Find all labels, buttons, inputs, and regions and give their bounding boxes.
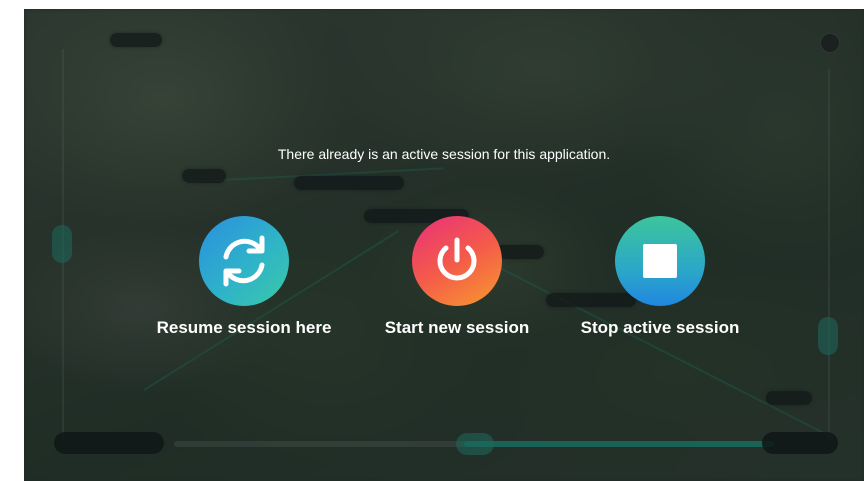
refresh-icon[interactable] <box>199 216 289 306</box>
session-message: There already is an active session for t… <box>277 146 611 162</box>
stop-active-session-label: Stop active session <box>580 318 740 337</box>
resume-session-button[interactable]: Resume session here <box>144 216 344 338</box>
resume-session-label: Resume session here <box>156 318 332 337</box>
app-frame: There already is an active session for t… <box>24 9 864 481</box>
start-new-session-button[interactable]: Start new session <box>357 216 557 338</box>
power-icon[interactable] <box>412 216 502 306</box>
start-new-session-label: Start new session <box>384 318 530 337</box>
stop-icon[interactable] <box>615 216 705 306</box>
stop-active-session-button[interactable]: Stop active session <box>560 216 760 338</box>
stop-square <box>643 244 677 278</box>
